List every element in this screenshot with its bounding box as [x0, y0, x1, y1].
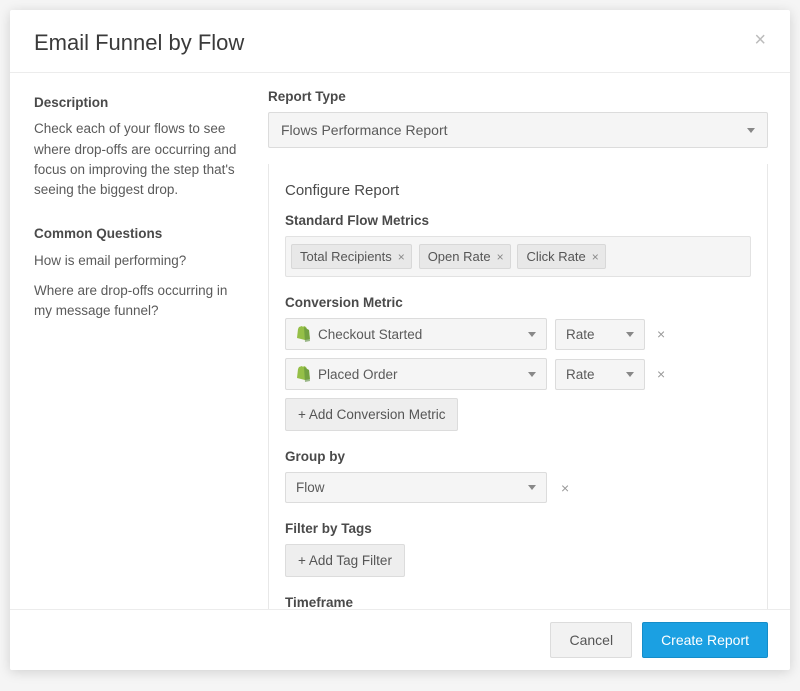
metric-chip[interactable]: Open Rate×: [419, 244, 511, 269]
add-conversion-button[interactable]: + Add Conversion Metric: [285, 398, 458, 431]
description-heading: Description: [34, 93, 240, 113]
modal-footer: Cancel Create Report: [10, 609, 790, 670]
conversion-metric-value: Placed Order: [318, 367, 520, 382]
groupby-select[interactable]: Flow: [285, 472, 547, 503]
conversion-row: Placed Order Rate ×: [285, 358, 751, 390]
conversion-mode-select[interactable]: Rate: [555, 319, 645, 350]
timeframe-section: Timeframe Sent Last Week by Entire Range: [285, 595, 751, 609]
conversion-section: Conversion Metric Checkout Started Rate …: [285, 295, 751, 431]
conversion-mode-value: Rate: [566, 367, 595, 382]
report-type-select[interactable]: Flows Performance Report: [268, 112, 768, 148]
remove-row-icon[interactable]: ×: [653, 326, 669, 342]
conversion-row: Checkout Started Rate ×: [285, 318, 751, 350]
groupby-label: Group by: [285, 449, 751, 464]
sidebar: Description Check each of your flows to …: [10, 73, 258, 609]
create-report-button[interactable]: Create Report: [642, 622, 768, 658]
chevron-down-icon: [528, 485, 536, 490]
chevron-down-icon: [528, 372, 536, 377]
conversion-mode-value: Rate: [566, 327, 595, 342]
common-question: How is email performing?: [34, 251, 240, 271]
add-tag-filter-button[interactable]: + Add Tag Filter: [285, 544, 405, 577]
standard-metrics-label: Standard Flow Metrics: [285, 213, 751, 228]
chevron-down-icon: [528, 332, 536, 337]
report-type-value: Flows Performance Report: [281, 122, 448, 138]
standard-metrics-section: Standard Flow Metrics Total Recipients× …: [285, 213, 751, 277]
remove-groupby-icon[interactable]: ×: [557, 480, 573, 496]
chip-remove-icon[interactable]: ×: [592, 250, 599, 264]
report-modal: Email Funnel by Flow × Description Check…: [10, 10, 790, 670]
form-area: Report Type Flows Performance Report Con…: [258, 73, 790, 609]
report-type-label: Report Type: [268, 89, 768, 104]
shopify-icon: [296, 326, 310, 342]
metric-chip[interactable]: Click Rate×: [517, 244, 605, 269]
standard-metrics-chips[interactable]: Total Recipients× Open Rate× Click Rate×: [285, 236, 751, 277]
modal-header: Email Funnel by Flow ×: [10, 10, 790, 73]
chip-remove-icon[interactable]: ×: [497, 250, 504, 264]
conversion-metric-value: Checkout Started: [318, 327, 520, 342]
groupby-section: Group by Flow ×: [285, 449, 751, 503]
chevron-down-icon: [626, 372, 634, 377]
metric-chip[interactable]: Total Recipients×: [291, 244, 412, 269]
groupby-value: Flow: [296, 480, 325, 495]
conversion-metric-select[interactable]: Placed Order: [285, 358, 547, 390]
conversion-label: Conversion Metric: [285, 295, 751, 310]
chevron-down-icon: [747, 128, 755, 133]
chevron-down-icon: [626, 332, 634, 337]
modal-body: Description Check each of your flows to …: [10, 73, 790, 609]
filter-tags-section: Filter by Tags + Add Tag Filter: [285, 521, 751, 577]
configure-title: Configure Report: [285, 182, 751, 199]
configure-panel: Configure Report Standard Flow Metrics T…: [268, 164, 768, 609]
conversion-metric-select[interactable]: Checkout Started: [285, 318, 547, 350]
shopify-icon: [296, 366, 310, 382]
conversion-mode-select[interactable]: Rate: [555, 359, 645, 390]
close-icon[interactable]: ×: [754, 30, 766, 50]
description-text: Check each of your flows to see where dr…: [34, 119, 240, 200]
modal-title: Email Funnel by Flow: [34, 30, 244, 56]
remove-row-icon[interactable]: ×: [653, 366, 669, 382]
chip-remove-icon[interactable]: ×: [398, 250, 405, 264]
timeframe-label: Timeframe: [285, 595, 751, 609]
cancel-button[interactable]: Cancel: [550, 622, 632, 658]
common-question: Where are drop-offs occurring in my mess…: [34, 281, 240, 322]
common-questions-heading: Common Questions: [34, 224, 240, 244]
filter-tags-label: Filter by Tags: [285, 521, 751, 536]
